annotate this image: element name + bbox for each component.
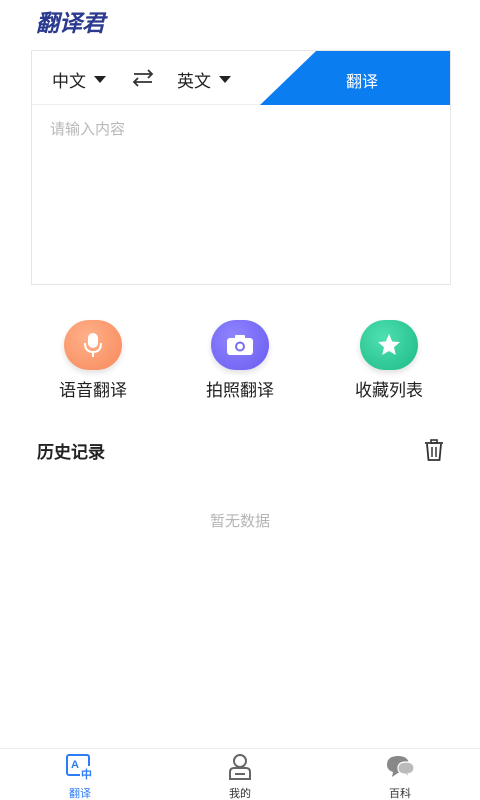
- tab-mine[interactable]: 我的: [200, 753, 280, 800]
- user-icon: [229, 754, 251, 780]
- target-language-label: 英文: [177, 72, 211, 92]
- favorites-button[interactable]: 收藏列表: [329, 320, 449, 401]
- history-empty-text: 暂无数据: [209, 512, 270, 530]
- microphone-icon: [84, 333, 102, 357]
- chevron-down-icon: [219, 76, 231, 83]
- source-language-select[interactable]: 中文: [52, 67, 106, 92]
- star-icon: [378, 334, 400, 355]
- voice-translate-badge: [64, 320, 122, 370]
- translate-card: 中文 英文 翻译: [31, 50, 451, 285]
- bottom-tabbar: A 中 翻译 我的 百科: [0, 748, 480, 800]
- target-language-select[interactable]: 英文: [177, 67, 231, 92]
- tab-translate[interactable]: A 中 翻译: [40, 753, 120, 800]
- app-logo: 翻译君: [36, 11, 105, 37]
- photo-translate-badge: [211, 320, 269, 370]
- translate-button-label: 翻译: [346, 72, 379, 91]
- swap-icon[interactable]: [132, 68, 154, 88]
- voice-translate-button[interactable]: 语音翻译: [33, 320, 153, 401]
- language-bar: 中文 英文 翻译: [32, 51, 450, 105]
- chevron-down-icon: [94, 76, 106, 83]
- voice-translate-label: 语音翻译: [59, 381, 127, 401]
- svg-text:A: A: [71, 759, 79, 771]
- favorites-badge: [360, 320, 418, 370]
- translate-button[interactable]: 翻译: [260, 51, 450, 105]
- tab-mine-label: 我的: [229, 787, 251, 800]
- translate-tab-icon: A 中: [66, 754, 94, 781]
- tab-translate-label: 翻译: [69, 787, 91, 800]
- tab-wiki[interactable]: 百科: [360, 753, 440, 800]
- camera-icon: [227, 335, 253, 355]
- chat-bubble-icon: [387, 756, 415, 779]
- translate-input[interactable]: [32, 106, 450, 284]
- trash-icon[interactable]: [424, 439, 444, 461]
- feature-row: 语音翻译 拍照翻译 收藏列表: [0, 320, 480, 410]
- tab-wiki-label: 百科: [389, 787, 411, 800]
- photo-translate-button[interactable]: 拍照翻译: [180, 320, 300, 401]
- favorites-label: 收藏列表: [355, 381, 423, 401]
- photo-translate-label: 拍照翻译: [206, 381, 274, 401]
- source-language-label: 中文: [52, 72, 86, 92]
- history-title: 历史记录: [37, 443, 105, 463]
- svg-text:中: 中: [81, 767, 92, 781]
